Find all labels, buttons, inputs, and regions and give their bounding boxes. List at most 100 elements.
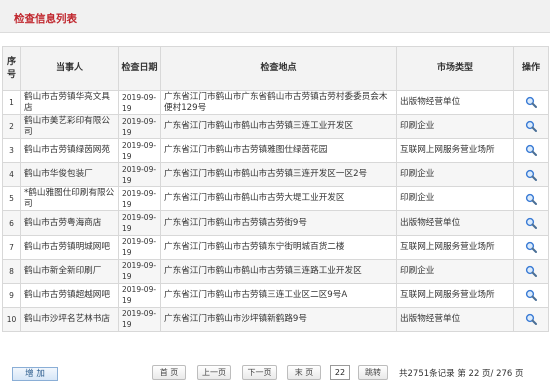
row-party: 鹤山市美艺彩印有限公司 [20, 114, 119, 140]
row-index: 7 [2, 234, 21, 260]
column-header-index: 序号 [2, 46, 21, 91]
inspection-table: 序号 当事人 检查日期 检查地点 市场类型 操作 1 鹤山市古劳镇华亮文具店 201… [2, 46, 549, 332]
title-bar: 检查信息列表 [0, 0, 550, 33]
row-party: *鹤山雅图仕印刷有限公司 [20, 186, 119, 212]
row-operation [513, 306, 549, 332]
row-date: 2019-09-19 [118, 186, 161, 212]
magnifier-icon[interactable] [525, 193, 537, 205]
row-market-type: 互联网上网服务营业场所 [396, 234, 514, 260]
column-header-operation: 操作 [513, 46, 549, 91]
row-index: 10 [2, 306, 21, 332]
first-page-button[interactable]: 首 页 [152, 365, 186, 380]
row-operation [513, 258, 549, 284]
magnifier-icon[interactable] [525, 265, 537, 277]
magnifier-icon[interactable] [525, 289, 537, 302]
table-row: 8 鹤山市新全新印刷厂 2019-09-19 广东省江门市鹤山市鹤山市古劳镇三连路工业… [2, 258, 549, 284]
row-market-type: 互联网上网服务营业场所 [396, 282, 514, 308]
row-index: 1 [2, 89, 21, 116]
column-header-market-type: 市场类型 [396, 46, 514, 91]
row-location: 广东省江门市鹤山市古劳镇东宁街明城百货二楼 [160, 234, 397, 260]
table-row: 5 *鹤山雅图仕印刷有限公司 2019-09-19 广东省江门市鹤山市鹤山市古劳大堤工… [2, 186, 549, 212]
row-location: 广东省江门市鹤山市鹤山市古劳大堤工业开发区 [160, 186, 397, 212]
row-market-type: 出版物经营单位 [396, 89, 514, 116]
table-header-row: 序号 当事人 检查日期 检查地点 市场类型 操作 [2, 46, 549, 91]
row-market-type: 出版物经营单位 [396, 306, 514, 332]
row-operation [513, 162, 549, 188]
row-operation [513, 186, 549, 212]
table-row: 6 鹤山市古劳粤海商店 2019-09-19 广东省江门市鹤山市古劳镇古劳街9号 出版物… [2, 210, 549, 236]
magnifier-icon[interactable] [525, 144, 537, 157]
magnifier-icon[interactable] [525, 96, 537, 109]
pagination-bar: 增 加 首 页 上一页 下一页 末 页 22 跳转 共2751条记录 第 22 … [0, 356, 550, 390]
row-location: 广东省江门市鹤山市广东省鹤山市古劳镇古劳村委委员会木便村129号 [160, 89, 397, 116]
row-operation [513, 282, 549, 308]
row-market-type: 印刷企业 [396, 186, 514, 212]
row-date: 2019-09-19 [118, 210, 161, 236]
row-date: 2019-09-19 [118, 258, 161, 284]
table-row: 9 鹤山市古劳镇超越网吧 2019-09-19 广东省江门市鹤山市古劳镇三连工业区二区… [2, 282, 549, 308]
row-party: 鹤山市沙坪名艺林书店 [20, 306, 119, 332]
table-row: 3 鹤山市古劳镇绿茵网苑 2019-09-19 广东省江门市鹤山市古劳镇雅图仕绿茵花园… [2, 138, 549, 164]
row-party: 鹤山市古劳镇绿茵网苑 [20, 138, 119, 164]
pagination-info: 共2751条记录 第 22 页/ 276 页 [399, 369, 524, 379]
row-location: 广东省江门市鹤山市古劳镇古劳街9号 [160, 210, 397, 236]
column-header-party: 当事人 [20, 46, 119, 91]
row-index: 5 [2, 186, 21, 212]
magnifier-icon[interactable] [525, 217, 537, 229]
row-index: 6 [2, 210, 21, 236]
row-location: 广东省江门市鹤山市鹤山市古劳镇三连工业开发区 [160, 114, 397, 140]
column-header-date: 检查日期 [118, 46, 161, 91]
row-party: 鹤山市古劳粤海商店 [20, 210, 119, 236]
table-row: 1 鹤山市古劳镇华亮文具店 2019-09-19 广东省江门市鹤山市广东省鹤山市古劳镇… [2, 89, 549, 116]
row-date: 2019-09-19 [118, 89, 161, 116]
row-party: 鹤山市新全新印刷厂 [20, 258, 119, 284]
row-location: 广东省江门市鹤山市沙坪镇新鹤路9号 [160, 306, 397, 332]
table-row: 7 鹤山市古劳镇明城网吧 2019-09-19 广东省江门市鹤山市古劳镇东宁街明城百货… [2, 234, 549, 260]
row-index: 4 [2, 162, 21, 188]
row-market-type: 出版物经营单位 [396, 210, 514, 236]
row-market-type: 印刷企业 [396, 162, 514, 188]
row-location: 广东省江门市鹤山市鹤山市古劳镇三连路工业开发区 [160, 258, 397, 284]
prev-page-button[interactable]: 上一页 [197, 365, 231, 380]
goto-page-button[interactable]: 跳转 [358, 365, 388, 380]
table-body: 1 鹤山市古劳镇华亮文具店 2019-09-19 广东省江门市鹤山市广东省鹤山市古劳镇… [2, 89, 549, 332]
row-party: 鹤山市华俊包装厂 [20, 162, 119, 188]
row-index: 9 [2, 282, 21, 308]
magnifier-icon[interactable] [525, 241, 537, 253]
last-page-button[interactable]: 末 页 [287, 365, 321, 380]
row-operation [513, 89, 549, 116]
row-party: 鹤山市古劳镇华亮文具店 [20, 89, 119, 116]
row-operation [513, 114, 549, 140]
row-market-type: 印刷企业 [396, 114, 514, 140]
table-row: 4 鹤山市华俊包装厂 2019-09-19 广东省江门市鹤山市鹤山市古劳镇三连开发区一… [2, 162, 549, 188]
table-row: 2 鹤山市美艺彩印有限公司 2019-09-19 广东省江门市鹤山市鹤山市古劳镇三连工… [2, 114, 549, 140]
row-operation [513, 138, 549, 164]
row-operation [513, 210, 549, 236]
row-market-type: 互联网上网服务营业场所 [396, 138, 514, 164]
row-index: 3 [2, 138, 21, 164]
magnifier-icon[interactable] [525, 169, 537, 181]
row-index: 2 [2, 114, 21, 140]
row-date: 2019-09-19 [118, 114, 161, 140]
magnifier-icon[interactable] [525, 120, 537, 133]
table-row: 10 鹤山市沙坪名艺林书店 2019-09-19 广东省江门市鹤山市沙坪镇新鹤路9号出… [2, 306, 549, 332]
next-page-button[interactable]: 下一页 [242, 365, 277, 380]
row-operation [513, 234, 549, 260]
row-location: 广东省江门市鹤山市鹤山市古劳镇三连开发区一区2号 [160, 162, 397, 188]
row-date: 2019-09-19 [118, 138, 161, 164]
add-button[interactable]: 增 加 [12, 367, 58, 381]
row-index: 8 [2, 258, 21, 284]
row-party: 鹤山市古劳镇明城网吧 [20, 234, 119, 260]
page-number-input[interactable]: 22 [330, 365, 350, 380]
row-date: 2019-09-19 [118, 282, 161, 308]
page-title: 检查信息列表 [14, 13, 77, 25]
row-location: 广东省江门市鹤山市古劳镇雅图仕绿茵花园 [160, 138, 397, 164]
row-market-type: 印刷企业 [396, 258, 514, 284]
row-date: 2019-09-19 [118, 306, 161, 332]
magnifier-icon[interactable] [525, 313, 537, 326]
row-party: 鹤山市古劳镇超越网吧 [20, 282, 119, 308]
row-date: 2019-09-19 [118, 234, 161, 260]
row-location: 广东省江门市鹤山市古劳镇三连工业区二区9号A [160, 282, 397, 308]
column-header-location: 检查地点 [160, 46, 397, 91]
row-date: 2019-09-19 [118, 162, 161, 188]
